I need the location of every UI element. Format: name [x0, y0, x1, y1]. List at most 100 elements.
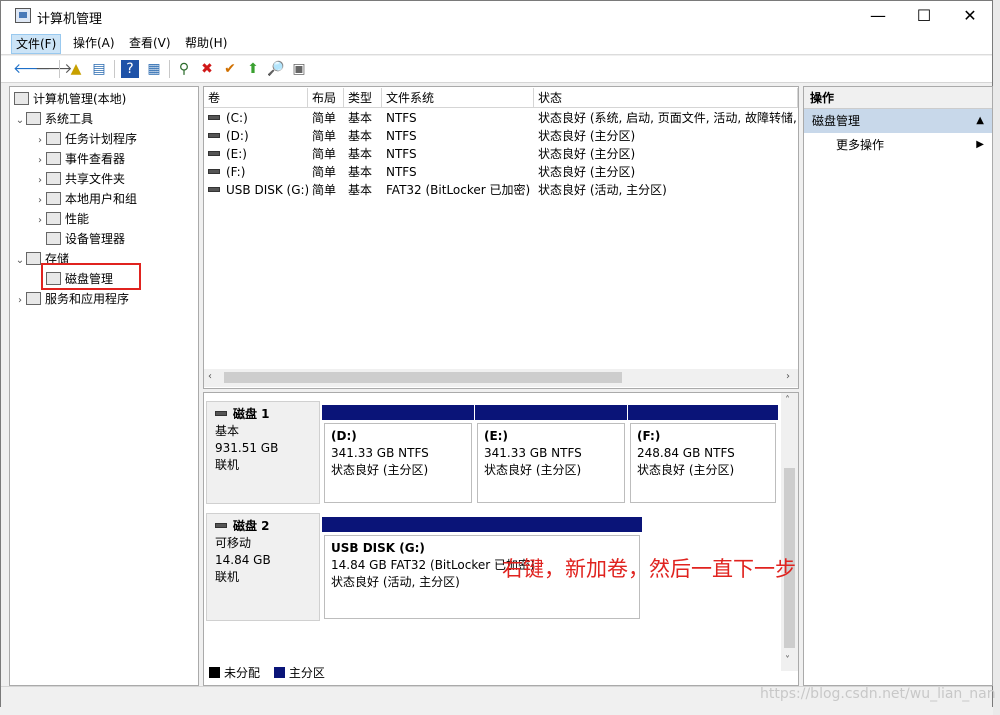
table-row[interactable]: (C:) 简单 基本 NTFS 状态良好 (系统, 启动, 页面文件, 活动, … [204, 109, 798, 127]
vertical-scrollbar[interactable]: ˄ ˅ [781, 393, 798, 671]
legend: 未分配 主分区 [203, 664, 783, 684]
drive-icon [208, 133, 220, 138]
forward-icon[interactable]: 🡒 [35, 60, 73, 78]
connect-icon[interactable]: ⚲ [175, 60, 193, 78]
tree-item-services-apps[interactable]: › 服务和应用程序 [14, 289, 198, 309]
up-folder-icon[interactable]: ▲ [67, 60, 85, 78]
menu-help[interactable]: 帮助(H) [181, 34, 231, 54]
toolbar-separator [169, 60, 170, 78]
chevron-right-icon[interactable]: › [34, 151, 46, 171]
disk-1-label[interactable]: 磁盘 1 基本 931.51 GB 联机 [206, 401, 320, 504]
tree-item-shared-folders[interactable]: › 共享文件夹 [14, 169, 198, 189]
services-icon [26, 292, 41, 305]
console-icon[interactable]: ▣ [290, 60, 308, 78]
actions-section-disk-management[interactable]: 磁盘管理 ▲ [804, 109, 992, 133]
users-icon [46, 192, 61, 205]
actions-pane: 操作 磁盘管理 ▲ 更多操作 ▶ [803, 86, 993, 686]
unallocated-swatch [209, 667, 220, 678]
tree-item-event-viewer[interactable]: › 事件查看器 [14, 149, 198, 169]
scroll-left-icon[interactable]: ‹ [208, 371, 212, 382]
drive-icon [208, 151, 220, 156]
back-icon[interactable]: 🡐 [13, 60, 51, 78]
scrollbar-thumb[interactable] [224, 372, 622, 383]
horizontal-scrollbar[interactable]: ‹ › [204, 369, 798, 387]
title-bar: 计算机管理 — ☐ ✕ [1, 1, 992, 31]
menu-action[interactable]: 操作(A) [69, 34, 119, 54]
minimize-button[interactable]: — [855, 1, 901, 31]
drive-icon [208, 115, 220, 120]
help-icon[interactable]: ? [121, 60, 139, 78]
disk-management-highlight [41, 263, 141, 290]
toolbar-separator [114, 60, 115, 78]
scroll-right-icon[interactable]: › [786, 371, 790, 382]
column-header-filesystem[interactable]: 文件系统 [382, 88, 534, 108]
toolbar: 🡐 🡒 ▲ ▤ ? ▦ ⚲ ✖ ✔ ⬆ 🔎 ▣ [1, 56, 992, 83]
background-window [993, 0, 1000, 715]
volume-list: 卷 布局 类型 文件系统 状态 (C:) 简单 基本 NTFS 状态良好 (系统… [203, 86, 799, 389]
disk-graphical-view: 磁盘 1 基本 931.51 GB 联机 (D:) 341.33 GB NTFS… [203, 392, 799, 686]
scroll-up-icon[interactable]: ˄ [785, 395, 790, 406]
disk-2-label[interactable]: 磁盘 2 可移动 14.84 GB 联机 [206, 513, 320, 621]
computer-icon [14, 92, 29, 105]
chevron-down-icon[interactable]: ⌄ [14, 251, 26, 271]
chevron-right-icon[interactable]: › [34, 171, 46, 191]
partition-d[interactable]: (D:) 341.33 GB NTFS 状态良好 (主分区) [322, 405, 474, 504]
tree-item-local-users[interactable]: › 本地用户和组 [14, 189, 198, 209]
partition-e[interactable]: (E:) 341.33 GB NTFS 状态良好 (主分区) [475, 405, 627, 504]
disk-icon [215, 411, 227, 416]
legend-primary: 主分区 [273, 666, 325, 680]
chevron-right-icon[interactable]: › [14, 291, 26, 311]
table-row[interactable]: (D:) 简单 基本 NTFS 状态良好 (主分区) [204, 127, 798, 145]
storage-icon [26, 252, 41, 265]
checklist-icon[interactable]: ✔ [221, 60, 239, 78]
view-icon[interactable]: ▦ [145, 60, 163, 78]
find-icon[interactable]: 🔎 [267, 60, 285, 78]
drive-icon [208, 169, 220, 174]
delete-icon[interactable]: ✖ [198, 60, 216, 78]
tools-icon [26, 112, 41, 125]
performance-icon [46, 212, 61, 225]
column-header-layout[interactable]: 布局 [308, 88, 344, 108]
tree-item-performance[interactable]: › 性能 [14, 209, 198, 229]
chevron-right-icon[interactable]: › [34, 191, 46, 211]
column-header-status[interactable]: 状态 [534, 88, 798, 108]
more-actions[interactable]: 更多操作 ▶ [804, 133, 992, 157]
tree-item-system-tools[interactable]: ⌄ 系统工具 [14, 109, 198, 129]
tree-item-task-scheduler[interactable]: › 任务计划程序 [14, 129, 198, 149]
table-row[interactable]: (E:) 简单 基本 NTFS 状态良好 (主分区) [204, 145, 798, 163]
usb-drive-icon [208, 187, 220, 192]
menu-bar: 文件(F) 操作(A) 查看(V) 帮助(H) [1, 31, 992, 55]
tree-item-root[interactable]: 计算机管理(本地) [14, 89, 198, 109]
table-row[interactable]: (F:) 简单 基本 NTFS 状态良好 (主分区) [204, 163, 798, 181]
close-button[interactable]: ✕ [947, 1, 993, 31]
import-icon[interactable]: ⬆ [244, 60, 262, 78]
window-title: 计算机管理 [37, 12, 103, 27]
computer-management-icon [15, 8, 31, 23]
toolbar-separator [59, 60, 60, 78]
legend-unallocated: 未分配 [209, 666, 260, 680]
primary-swatch [273, 667, 285, 678]
collapse-icon[interactable]: ▲ [976, 109, 984, 133]
scroll-down-icon[interactable]: ˅ [785, 655, 790, 666]
chevron-right-icon[interactable]: › [34, 211, 46, 231]
column-header-volume[interactable]: 卷 [204, 88, 308, 108]
menu-view[interactable]: 查看(V) [125, 34, 175, 54]
chevron-down-icon[interactable]: ⌄ [14, 111, 26, 131]
menu-file[interactable]: 文件(F) [11, 34, 62, 54]
column-header-type[interactable]: 类型 [344, 88, 382, 108]
partition-f[interactable]: (F:) 248.84 GB NTFS 状态良好 (主分区) [628, 405, 778, 504]
disk-icon [215, 523, 227, 528]
maximize-button[interactable]: ☐ [901, 1, 947, 31]
actions-header: 操作 [804, 87, 992, 109]
show-hide-tree-icon[interactable]: ▤ [90, 60, 108, 78]
computer-management-window: 计算机管理 — ☐ ✕ 文件(F) 操作(A) 查看(V) 帮助(H) 🡐 🡒 … [0, 0, 993, 707]
console-tree: 计算机管理(本地) ⌄ 系统工具 › 任务计划程序 › 事件查看器 › 共享文件夹 › 本… [9, 86, 199, 686]
clock-icon [46, 132, 61, 145]
table-row[interactable]: USB DISK (G:) 简单 基本 FAT32 (BitLocker 已加密… [204, 181, 798, 199]
shared-folder-icon [46, 172, 61, 185]
submenu-arrow-icon: ▶ [976, 139, 984, 150]
watermark: https://blog.csdn.net/wu_lian_nan [760, 686, 996, 702]
chevron-right-icon[interactable]: › [34, 131, 46, 151]
event-viewer-icon [46, 152, 61, 165]
tree-item-device-manager[interactable]: 设备管理器 [14, 229, 198, 249]
